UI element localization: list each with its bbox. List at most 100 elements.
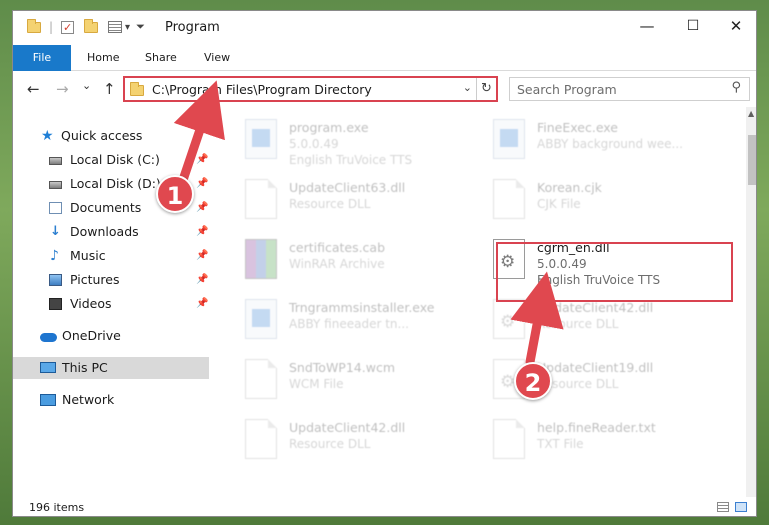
sidebar-item-music[interactable]: ♪ Music 📌 (13, 245, 209, 267)
recent-locations-button[interactable]: ⌄ (82, 79, 91, 92)
file-name: UpdateClient42.dll (289, 420, 406, 435)
exe-icon (493, 119, 525, 159)
title-bar: | ✓ ▾ ⏷ Program — ☐ ✕ (13, 11, 756, 45)
file-name: SndToWP14.wcm (289, 360, 395, 375)
file-name: Korean.cjk (537, 180, 602, 195)
quick-access-toolbar: | ✓ ▾ ⏷ (27, 18, 145, 34)
large-icons-view-icon[interactable] (735, 502, 747, 512)
customize-toolbar-icon[interactable]: ⏷ (136, 20, 145, 34)
sidebar-item-label: Documents (70, 200, 142, 215)
pin-icon[interactable]: 📌 (196, 197, 208, 219)
pin-icon[interactable]: 📌 (196, 293, 208, 315)
sidebar-item-label: Videos (70, 296, 112, 311)
properties-check-icon[interactable]: ✓ (61, 20, 75, 34)
new-folder-icon[interactable] (84, 18, 99, 33)
sidebar-item-quick-access[interactable]: ★ Quick access (13, 125, 209, 147)
sidebar-item-network[interactable]: Network (13, 389, 209, 411)
search-input[interactable] (517, 79, 717, 99)
file-detail: TXT File (537, 437, 584, 451)
sidebar-item-this-pc[interactable]: This PC (13, 357, 209, 379)
sidebar-item-label: Network (62, 392, 115, 407)
file-item[interactable]: Trngrammsinstaller.exe ABBY fineeader tn… (237, 293, 477, 349)
highlight-frame (496, 242, 733, 302)
rename-icon[interactable] (108, 21, 123, 33)
gear-document-icon: ⚙ (493, 299, 525, 339)
sidebar-item-videos[interactable]: Videos 📌 (13, 293, 209, 315)
vertical-scrollbar[interactable]: ▲ (746, 107, 756, 497)
pin-icon[interactable]: 📌 (196, 221, 208, 243)
sidebar-item-label: Pictures (70, 272, 120, 287)
file-detail: WCM File (289, 377, 344, 391)
file-name: Trngrammsinstaller.exe (289, 300, 435, 315)
file-detail: ABBY background wee... (537, 137, 683, 151)
sidebar-item-local-disk-c[interactable]: Local Disk (C:) 📌 (13, 149, 209, 171)
file-detail: English TruVoice TTS (289, 153, 413, 167)
refresh-button[interactable]: ↻ (476, 78, 496, 100)
pin-icon[interactable]: 📌 (196, 149, 208, 171)
file-item[interactable]: Korean.cjk CJK File (485, 173, 725, 229)
file-item[interactable]: FineExec.exe ABBY background wee... (485, 113, 725, 169)
computer-icon (40, 362, 56, 373)
search-box[interactable]: ⚲ (509, 77, 750, 101)
file-detail: CJK File (537, 197, 581, 211)
sidebar-item-label: Quick access (61, 128, 143, 143)
forward-button[interactable]: → (56, 80, 69, 98)
file-item[interactable]: UpdateClient63.dll Resource DLL (237, 173, 477, 229)
address-path[interactable]: C:\Program Files\Program Directory (152, 82, 372, 97)
file-detail: 5.0.0.49 (289, 137, 339, 151)
file-item[interactable]: SndToWP14.wcm WCM File (237, 353, 477, 409)
file-item[interactable]: program.exe 5.0.0.49 English TruVoice TT… (237, 113, 477, 169)
disk-icon (49, 157, 62, 165)
item-count: 196 items (29, 501, 85, 514)
file-name: FineExec.exe (537, 120, 618, 135)
exe-icon (245, 119, 277, 159)
file-explorer-window: | ✓ ▾ ⏷ Program — ☐ ✕ File Home Share Vi… (12, 10, 757, 517)
scroll-up-icon[interactable]: ▲ (748, 109, 754, 118)
folder-icon (130, 82, 144, 96)
tab-view[interactable]: View (204, 45, 230, 71)
sidebar-item-label: OneDrive (62, 328, 121, 343)
file-name: program.exe (289, 120, 369, 135)
tab-home[interactable]: Home (87, 45, 119, 71)
sidebar-item-downloads[interactable]: ↓ Downloads 📌 (13, 221, 209, 243)
details-view-icon[interactable] (717, 502, 729, 512)
download-icon: ↓ (50, 224, 61, 239)
pin-icon[interactable]: 📌 (196, 245, 208, 267)
sidebar-item-onedrive[interactable]: OneDrive (13, 325, 209, 347)
tab-file[interactable]: File (13, 45, 71, 71)
up-button[interactable]: ↑ (103, 80, 116, 98)
close-button[interactable]: ✕ (713, 11, 756, 41)
search-icon[interactable]: ⚲ (731, 80, 741, 95)
minimize-button[interactable]: — (624, 11, 670, 41)
file-detail: Resource DLL (289, 437, 371, 451)
file-name: UpdateClient63.dll (289, 180, 406, 195)
file-detail: WinRAR Archive (289, 257, 385, 271)
documents-icon (49, 202, 62, 214)
document-icon (245, 419, 277, 459)
pin-icon[interactable]: 📌 (196, 173, 208, 195)
file-list: program.exe 5.0.0.49 English TruVoice TT… (213, 107, 746, 497)
file-item[interactable]: UpdateClient42.dll Resource DLL (237, 413, 477, 469)
step-badge-2: 2 (514, 362, 552, 400)
scrollbar-thumb[interactable] (748, 135, 756, 185)
back-button[interactable]: ← (27, 80, 40, 98)
chevron-down-icon[interactable]: ▾ (125, 22, 130, 33)
sidebar-item-label: Local Disk (C:) (70, 152, 160, 167)
sidebar-item-label: This PC (62, 360, 108, 375)
file-item[interactable]: certificates.cab WinRAR Archive (237, 233, 477, 289)
file-name: help.fineReader.txt (537, 420, 656, 435)
exe-icon (245, 299, 277, 339)
tab-share[interactable]: Share (145, 45, 177, 71)
file-name: UpdateClient42.dll (537, 300, 654, 315)
sidebar-item-pictures[interactable]: Pictures 📌 (13, 269, 209, 291)
address-bar[interactable]: C:\Program Files\Program Directory ⌄ ↻ (123, 76, 498, 102)
file-item[interactable]: help.fineReader.txt TXT File (485, 413, 725, 469)
maximize-button[interactable]: ☐ (670, 11, 716, 41)
window-title: Program (165, 20, 220, 35)
folder-icon (27, 18, 41, 33)
chevron-down-icon[interactable]: ⌄ (463, 81, 472, 94)
navigation-pane: ★ Quick access Local Disk (C:) 📌 Local D… (13, 107, 213, 497)
pin-icon[interactable]: 📌 (196, 269, 208, 291)
status-bar: 196 items (13, 497, 756, 516)
file-detail: ABBY fineeader tn... (289, 317, 409, 331)
